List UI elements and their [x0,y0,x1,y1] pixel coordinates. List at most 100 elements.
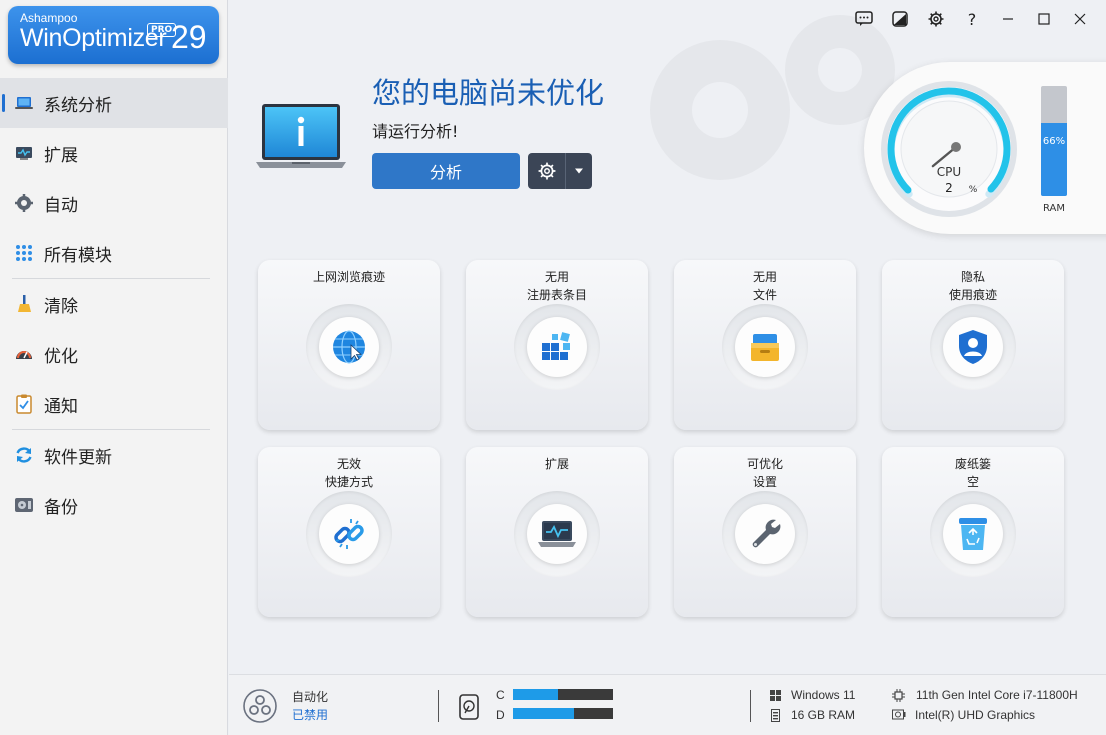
disk-icon [459,694,479,720]
minimize-button[interactable] [990,8,1026,30]
drive-d-usage-bar [513,708,613,719]
analysis-options-dropdown[interactable] [566,153,592,189]
ram-icon [771,709,780,722]
automation-label: 自动化 [292,690,329,704]
tile-label: 无效 快捷方式 [324,457,373,489]
tile-registry[interactable]: 无用 注册表条目 [466,260,648,430]
maximize-button[interactable] [1026,8,1062,30]
globe-cursor-icon [319,317,379,377]
clipboard-icon [14,394,34,414]
sidebar-item-extensions[interactable]: 扩展 [0,128,228,178]
os-info: Windows 11 [791,688,856,702]
window-titlebar: ? [846,8,1098,30]
sidebar-nav: 系统分析 扩展 自动 所有模块 清除 优化 通知 软件更新 备份 [0,78,228,530]
sidebar-item-label: 备份 [44,497,78,518]
tile-junk-files[interactable]: 无用 文件 [674,260,856,430]
analyze-button[interactable]: 分析 [372,153,520,189]
refresh-icon [14,445,34,465]
cpu-value: 2 [945,181,953,195]
tile-privacy-traces[interactable]: 隐私 使用痕迹 [882,260,1064,430]
ram-label: RAM [1042,203,1065,214]
cpu-chip-icon [892,689,905,702]
drive-c-usage-bar [513,689,613,700]
automation-status[interactable]: 已禁用 [292,706,328,723]
sidebar-item-label: 优化 [44,346,78,367]
wrench-icon [735,504,795,564]
theme-icon [892,11,908,27]
broom-icon [14,294,34,314]
tile-label: 无用 文件 [752,270,777,302]
laptop-icon [14,93,34,113]
analysis-settings-gear[interactable] [528,153,566,189]
tile-label: 隐私 使用痕迹 [948,270,997,302]
sidebar: Ashampoo WinOptimizer PRO 29 系统分析 扩展 自动 [0,0,228,735]
page-title: 您的电脑尚未优化 [372,76,605,110]
speedometer-icon [14,344,34,364]
tile-label: 废纸篓 空 [954,457,991,489]
sidebar-item-optimize[interactable]: 优化 [0,329,228,379]
sidebar-item-software-updates[interactable]: 软件更新 [0,430,228,480]
status-footer [229,674,1106,735]
sidebar-item-system-analysis[interactable]: 系统分析 [0,78,228,128]
laptop-pulse-icon [527,504,587,564]
tile-optimizable-settings[interactable]: 可优化 设置 [674,447,856,617]
ram-info: 16 GB RAM [791,708,856,722]
minimize-icon [1003,18,1013,20]
gpu-info: Intel(R) UHD Graphics [915,708,1036,722]
auto-gear-icon [14,193,34,213]
cpu-info: 11th Gen Intel Core i7-11800H [916,688,1078,702]
tile-label: 无用 注册表条目 [526,270,587,302]
logo-version: 29 [171,19,207,55]
tile-invalid-shortcuts[interactable]: 无效 快捷方式 [258,447,440,617]
tile-browsing-traces[interactable]: 上网浏览痕迹 [258,260,440,430]
recycle-bin-icon [943,504,1003,564]
background-gears [650,15,895,180]
sidebar-item-notifications[interactable]: 通知 [0,379,228,429]
monitor-pulse-icon [14,143,34,163]
backup-drive-icon [14,495,34,515]
help-button[interactable]: ? [954,8,990,30]
maximize-icon [1038,13,1050,25]
chevron-down-icon [575,168,583,174]
gear-icon [928,11,944,27]
sidebar-item-label: 通知 [44,396,78,417]
close-icon [1074,13,1086,25]
sidebar-item-all-modules[interactable]: 所有模块 [0,228,228,278]
logo-brand: Ashampoo [20,11,78,25]
feedback-icon [855,11,873,26]
close-button[interactable] [1062,8,1098,30]
ram-percent: 66% [1042,136,1066,147]
tile-label: 扩展 [544,457,569,471]
drive-c-label: C [496,688,505,702]
sidebar-item-backup[interactable]: 备份 [0,480,228,530]
gear-icon [538,162,555,180]
sidebar-item-label: 清除 [44,296,78,317]
sidebar-item-label: 自动 [44,195,78,216]
analysis-settings-button[interactable] [528,153,592,189]
theme-button[interactable] [882,8,918,30]
file-drawer-icon [735,317,795,377]
footer-divider [438,690,439,722]
footer-divider [750,690,751,722]
tile-empty-recycle-bin[interactable]: 废纸篓 空 [882,447,1064,617]
cpu-label: CPU [937,165,961,179]
sidebar-item-label: 系统分析 [44,95,112,116]
registry-blocks-icon [527,317,587,377]
automation-icon[interactable] [242,688,278,724]
windows-icon [770,690,781,701]
app-logo: Ashampoo WinOptimizer PRO 29 [8,6,219,64]
sidebar-item-label: 扩展 [44,145,78,166]
sidebar-item-label: 所有模块 [44,245,112,266]
sidebar-item-auto[interactable]: 自动 [0,178,228,228]
feedback-button[interactable] [846,8,882,30]
laptop-info-icon [256,104,346,168]
drive-d-usage-fill [513,708,574,719]
cpu-gauge: CPU 2 % [881,81,1017,217]
settings-button[interactable] [918,8,954,30]
ram-usage-fill [1041,123,1067,196]
tile-extensions[interactable]: 扩展 [466,447,648,617]
broken-link-icon [319,504,379,564]
sidebar-item-clean[interactable]: 清除 [0,279,228,329]
grid-icon [14,243,34,263]
privacy-shield-icon [943,317,1003,377]
